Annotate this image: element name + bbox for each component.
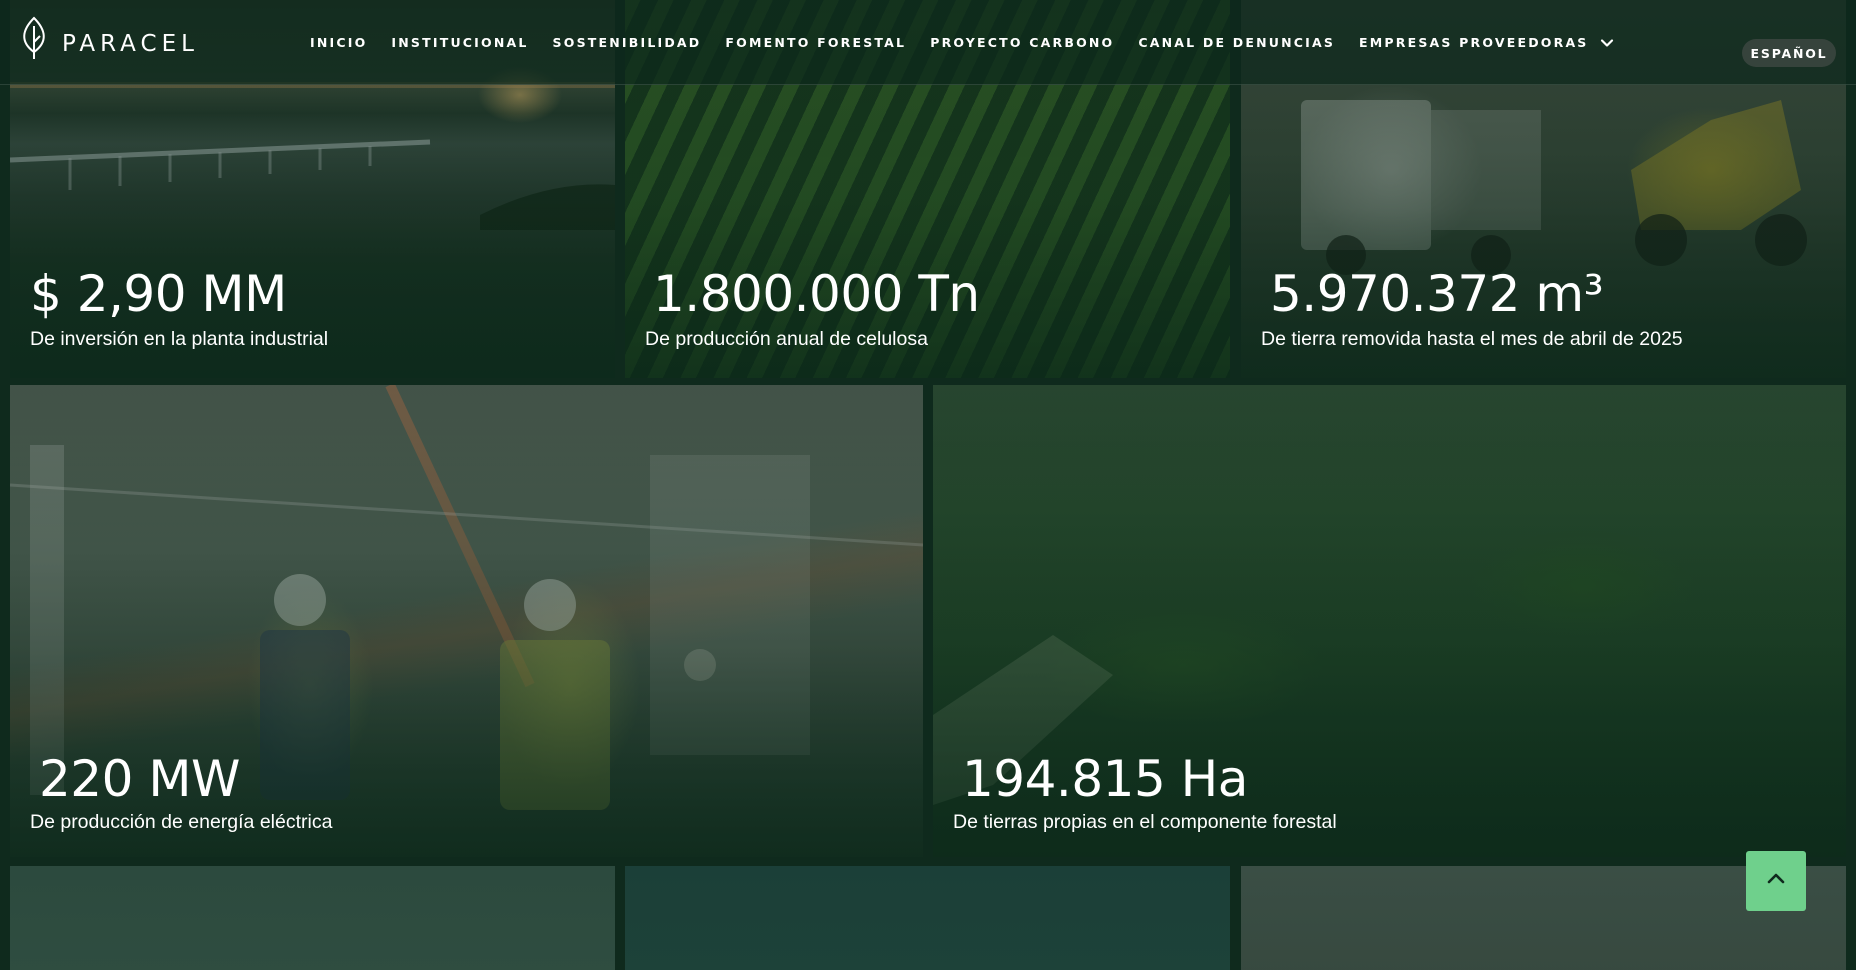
nav-item-label: EMPRESAS PROVEEDORAS (1359, 35, 1589, 50)
nav-item-canal-denuncias[interactable]: CANAL DE DENUNCIAS (1138, 35, 1335, 50)
partial-card (10, 866, 615, 970)
stat-value: 194.815 Ha (962, 750, 1248, 808)
stat-value: $ 2,90 MM (30, 265, 287, 323)
chevron-down-icon (1599, 35, 1615, 51)
sky-image (625, 866, 1230, 970)
brand-logo[interactable]: PARACEL (18, 16, 199, 65)
stat-value: 220 MW (39, 750, 240, 808)
brand-name: PARACEL (62, 31, 199, 57)
stat-value: 5.970.372 m³ (1270, 265, 1604, 323)
stat-card-energy: 220 MW De producción de energía eléctric… (10, 385, 923, 857)
nav-item-sostenibilidad[interactable]: SOSTENIBILIDAD (553, 35, 702, 50)
partial-card (625, 866, 1230, 970)
nav-item-institucional[interactable]: INSTITUCIONAL (391, 35, 528, 50)
stat-caption: De inversión en la planta industrial (30, 328, 329, 350)
nav-item-proyecto-carbono[interactable]: PROYECTO CARBONO (930, 35, 1114, 50)
site-header: PARACEL INICIO INSTITUCIONAL SOSTENIBILI… (0, 0, 1856, 85)
nav-item-inicio[interactable]: INICIO (310, 35, 367, 50)
scroll-to-top-button[interactable] (1746, 851, 1806, 911)
stat-caption: De producción anual de celulosa (645, 328, 928, 350)
stat-caption: De producción de energía eléctrica (30, 811, 333, 833)
stat-caption: De tierras propias en el componente fore… (953, 811, 1337, 833)
main-nav: INICIO INSTITUCIONAL SOSTENIBILIDAD FOME… (310, 0, 1639, 85)
stat-caption: De tierra removida hasta el mes de abril… (1261, 328, 1683, 350)
page: $ 2,90 MM De inversión en la planta indu… (0, 0, 1856, 970)
stat-card-forest-land: 194.815 Ha De tierras propias en el comp… (933, 385, 1846, 857)
leaf-icon (18, 16, 50, 65)
sky-image (10, 866, 615, 970)
language-selector[interactable]: ESPAÑOL (1742, 39, 1836, 67)
stat-value: 1.800.000 Tn (653, 265, 980, 323)
chevron-up-icon (1765, 868, 1787, 895)
nav-item-empresas-proveedoras[interactable]: EMPRESAS PROVEEDORAS (1359, 35, 1614, 51)
nav-item-fomento-forestal[interactable]: FOMENTO FORESTAL (725, 35, 906, 50)
